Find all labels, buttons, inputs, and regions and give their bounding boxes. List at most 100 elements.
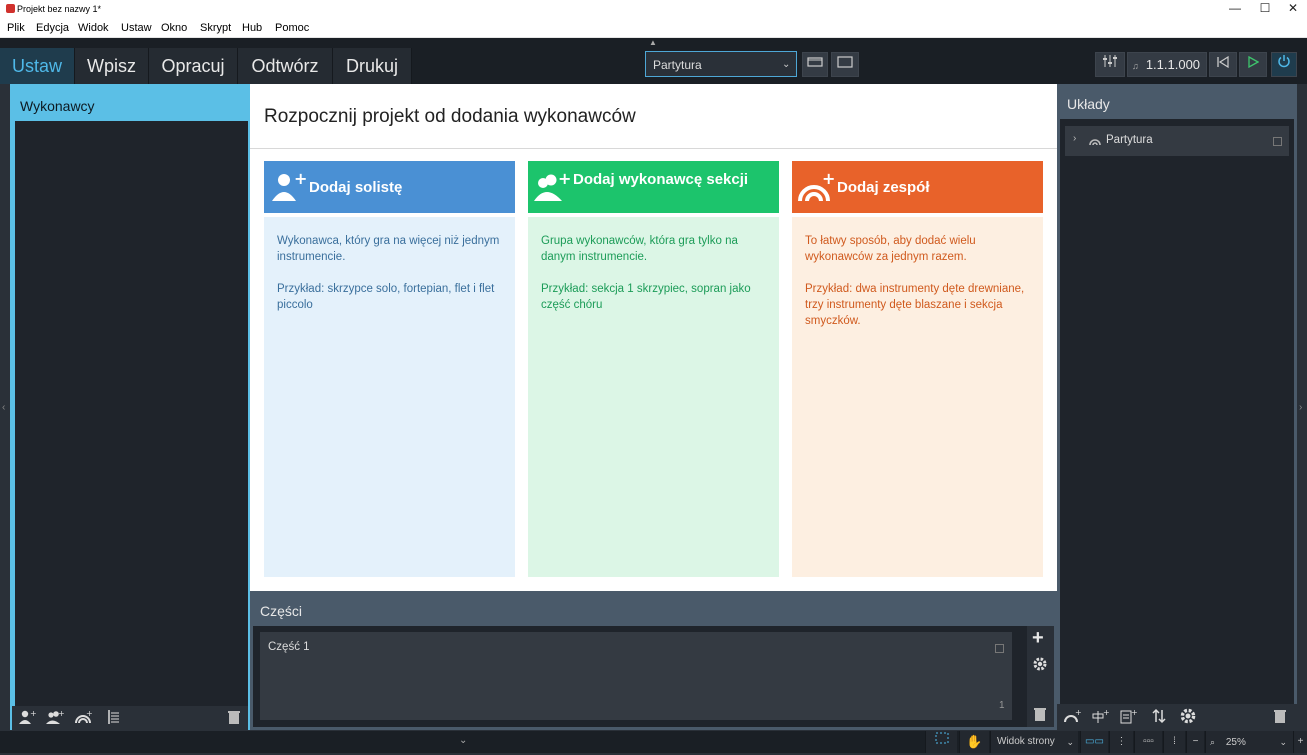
play-icon (1248, 55, 1260, 69)
menu-file[interactable]: Plik (7, 22, 25, 34)
menu-edit[interactable]: Edycja (36, 22, 69, 34)
maximize-button[interactable]: ☐ (1250, 0, 1280, 19)
menu-hub[interactable]: Hub (242, 22, 262, 34)
menu-bar: Plik Edycja Widok Ustaw Okno Skrypt Hub … (0, 19, 1307, 38)
add-flow-icon[interactable]: + (1032, 627, 1044, 650)
single-pages-button[interactable]: ▫▫▫ (1134, 731, 1162, 753)
page-title: Rozpocznij projekt od dodania wykonawców (264, 106, 636, 127)
section-player-card-body: Grupa wykonawców, która gra tylko na dan… (528, 217, 779, 577)
mixer-icon (1103, 55, 1117, 67)
add-custom-score-icon: + (1120, 708, 1137, 724)
gear-icon (1033, 657, 1047, 671)
collapse-right-panel-icon[interactable]: › (1299, 402, 1302, 413)
app-icon (6, 4, 15, 13)
menu-help[interactable]: Pomoc (275, 22, 309, 34)
layout-item[interactable]: › Partytura (1065, 126, 1289, 156)
pages-vertical-button[interactable]: ⁞ (1163, 731, 1185, 753)
chevron-right-icon[interactable]: › (1073, 133, 1076, 144)
window-title: Projekt bez nazwy 1* (17, 4, 102, 14)
solo-player-card-title: Dodaj solistę (309, 179, 403, 196)
players-panel-footer: + + + (12, 706, 248, 730)
solo-player-card-header[interactable]: + Dodaj solistę (264, 161, 515, 213)
hand-tool-button[interactable]: ✋ (959, 731, 989, 753)
zoom-in-button[interactable]: + (1293, 731, 1307, 753)
add-section-player-icon[interactable]: + (46, 709, 65, 729)
minimize-button[interactable]: — (1220, 0, 1250, 19)
view-type-select[interactable]: Widok strony ⌄ (990, 731, 1078, 753)
flow-checkbox[interactable] (995, 644, 1004, 653)
galley-view-button[interactable] (802, 52, 828, 77)
note-icon: ♫ (1132, 61, 1139, 71)
spreads-vertical-button[interactable]: ⋮ (1109, 731, 1133, 753)
solo-player-card[interactable]: + Dodaj solistę Wykonawca, który gra na … (264, 161, 515, 577)
svg-text:+: + (1131, 708, 1137, 717)
ensemble-icon: + (798, 169, 834, 202)
add-divider-icon[interactable] (106, 709, 122, 729)
rewind-icon (1217, 55, 1229, 69)
flows-side-toolbar: + (1027, 626, 1054, 727)
flow-card[interactable]: Część 1 1 (260, 632, 1012, 720)
add-part-layout-icon: + (1092, 708, 1109, 723)
flows-panel-title: Części (260, 603, 303, 619)
zoom-select[interactable]: ⌕ 25% ⌄ (1205, 731, 1293, 753)
add-players-area: Rozpocznij projekt od dodania wykonawców… (250, 84, 1057, 591)
add-solo-player-icon[interactable]: + (18, 709, 37, 729)
galley-view-icon (807, 57, 823, 67)
ensemble-description: To łatwy sposób, aby dodać wielu wykonaw… (805, 235, 976, 263)
ensemble-card[interactable]: + Dodaj zespół To łatwy sposób, aby doda… (792, 161, 1043, 577)
svg-text:+: + (822, 169, 834, 188)
page-view-icon (837, 56, 853, 68)
trash-icon (1034, 708, 1046, 721)
svg-text:+: + (1103, 708, 1109, 717)
collapse-left-panel-icon[interactable]: ‹ (2, 402, 5, 413)
tab-setup[interactable]: Ustaw (0, 48, 75, 84)
sort-icon (1152, 708, 1166, 724)
transport-display[interactable]: ♫ 1.1.1.000 (1127, 52, 1207, 77)
tab-play[interactable]: Odtwórz (238, 48, 333, 84)
tab-print[interactable]: Drukuj (333, 48, 412, 84)
flows-panel: Części Część 1 1 + (250, 591, 1057, 730)
zoom-value: 25% (1225, 737, 1246, 748)
players-list[interactable] (15, 121, 248, 706)
ensemble-card-title: Dodaj zespół (837, 179, 930, 196)
tab-write[interactable]: Wpisz (75, 48, 149, 84)
tab-engrave[interactable]: Opracuj (149, 48, 238, 84)
power-button[interactable] (1271, 52, 1297, 77)
svg-text:+: + (86, 709, 92, 718)
layouts-panel: Układy › Partytura + + + (1057, 84, 1297, 730)
ensemble-card-header[interactable]: + Dodaj zespół (792, 161, 1043, 213)
flow-card-title: Część 1 (268, 641, 310, 653)
layout-checkbox[interactable] (1273, 137, 1282, 146)
close-button[interactable]: ✕ (1278, 0, 1307, 19)
svg-text:+: + (58, 709, 64, 718)
collapse-lower-zone-icon[interactable]: ⌄ (459, 735, 467, 746)
view-type-value: Widok strony (997, 736, 1055, 747)
section-player-description: Grupa wykonawców, która gra tylko na dan… (541, 235, 738, 263)
collapse-toolbar-icon[interactable]: ▲ (649, 38, 657, 47)
trash-icon[interactable] (227, 709, 241, 729)
ensemble-icon (1089, 139, 1101, 146)
play-button[interactable] (1239, 52, 1267, 77)
select-tool-button[interactable] (925, 731, 957, 753)
section-player-card[interactable]: + Dodaj wykonawcę sekcji Grupa wykonawcó… (528, 161, 779, 577)
spreads-horizontal-button[interactable]: ▭▭ (1080, 731, 1108, 753)
svg-text:+: + (1075, 708, 1081, 717)
ensemble-card-body: To łatwy sposób, aby dodać wielu wykonaw… (792, 217, 1043, 577)
solo-player-card-body: Wykonawca, który gra na więcej niż jedny… (264, 217, 515, 577)
zoom-out-button[interactable]: − (1186, 731, 1204, 753)
add-ensemble-icon[interactable]: + (74, 709, 93, 729)
menu-view[interactable]: Widok (78, 22, 109, 34)
menu-setup[interactable]: Ustaw (121, 22, 152, 34)
rewind-button[interactable] (1209, 52, 1237, 77)
menu-script[interactable]: Skrypt (200, 22, 231, 34)
layout-item-label: Partytura (1106, 134, 1153, 146)
layout-select[interactable]: Partytura ⌄ (645, 51, 797, 77)
section-player-card-header[interactable]: + Dodaj wykonawcę sekcji (528, 161, 779, 213)
mixer-button[interactable] (1095, 52, 1125, 77)
section-player-card-title: Dodaj wykonawcę sekcji (573, 171, 749, 188)
page-view-button[interactable] (831, 52, 859, 77)
add-layout-icon: + (1064, 708, 1081, 723)
menu-window[interactable]: Okno (161, 22, 187, 34)
solo-player-description: Wykonawca, który gra na więcej niż jedny… (277, 235, 500, 263)
chevron-down-icon: ⌄ (1279, 737, 1287, 747)
